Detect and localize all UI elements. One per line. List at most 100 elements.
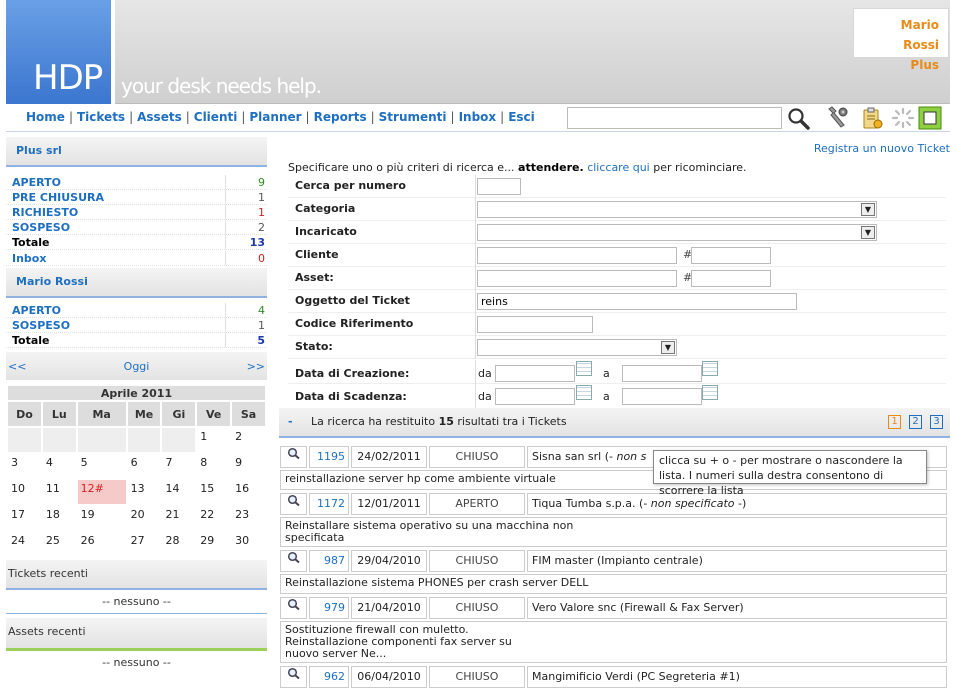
calendar-day[interactable]: 27 (128, 532, 161, 556)
window-toggle-icon[interactable] (918, 106, 944, 130)
ticket-id-link[interactable]: 1195 (309, 446, 349, 468)
search-icon[interactable] (786, 106, 812, 130)
results-collapse-toggle[interactable]: - (288, 415, 293, 428)
page-button-1[interactable]: 1 (888, 415, 901, 429)
magnifier-icon[interactable] (287, 494, 301, 507)
due-to-input[interactable] (622, 388, 702, 405)
ticket-id-link[interactable]: 962 (309, 666, 349, 688)
ticket-id-link[interactable]: 1172 (309, 493, 349, 515)
calendar-day[interactable]: 13 (128, 480, 161, 504)
calendar-day[interactable]: 7 (162, 454, 195, 478)
client-input[interactable] (477, 247, 677, 264)
calendar-day[interactable]: 29 (197, 532, 230, 556)
nav-link-reports[interactable]: Reports (314, 110, 367, 124)
calendar-today-button[interactable]: Oggi (124, 360, 150, 373)
stat-label[interactable]: APERTO (12, 303, 61, 317)
tools-icon[interactable] (824, 106, 850, 130)
inbox-row[interactable]: Inbox 0 (6, 251, 267, 266)
created-to-input[interactable] (622, 365, 702, 382)
calendar-day[interactable]: 14 (162, 480, 195, 504)
calendar-day[interactable]: 5 (78, 454, 126, 478)
calendar-day[interactable]: 19 (78, 506, 126, 530)
ticket-view-button[interactable] (280, 666, 307, 688)
ticket-id-link[interactable]: 987 (309, 550, 349, 572)
user-name[interactable]: Mario Rossi (863, 15, 939, 55)
stat-label[interactable]: RICHIESTO (12, 205, 78, 219)
user-box[interactable]: Mario Rossi Plus (853, 8, 949, 72)
calendar-day[interactable]: 3 (8, 454, 41, 478)
stat-label[interactable]: PRE CHIUSURA (12, 190, 104, 204)
calendar-prev-button[interactable]: << (8, 360, 26, 373)
calendar-day[interactable]: 12# (77, 480, 126, 504)
calendar-day[interactable]: 21 (162, 506, 195, 530)
calendar-day[interactable]: 20 (128, 506, 161, 530)
calendar-day[interactable]: 24 (8, 532, 41, 556)
calendar-icon[interactable] (576, 361, 592, 376)
magnifier-icon[interactable] (287, 447, 301, 460)
magnifier-icon[interactable] (287, 667, 301, 680)
calendar-day[interactable]: 28 (162, 532, 195, 556)
number-input[interactable] (477, 178, 521, 195)
restart-link[interactable]: cliccare qui (587, 161, 650, 174)
calendar-day[interactable]: 22 (197, 506, 230, 530)
calendar-next-button[interactable]: >> (247, 360, 265, 373)
magnifier-icon[interactable] (287, 551, 301, 564)
calendar-icon[interactable] (702, 385, 718, 400)
search-input[interactable] (567, 107, 782, 129)
category-select[interactable]: ▼ (477, 201, 877, 218)
user-title[interactable]: Mario Rossi (6, 268, 267, 298)
ticket-id-link[interactable]: 979 (309, 597, 349, 619)
stat-label[interactable]: APERTO (12, 175, 61, 189)
client-id-input[interactable] (691, 247, 771, 264)
asset-input[interactable] (477, 270, 677, 287)
status-select[interactable]: ▼ (477, 339, 677, 356)
calendar-day[interactable]: 9 (232, 454, 265, 478)
reference-input[interactable] (477, 316, 593, 333)
magnifier-icon[interactable] (287, 598, 301, 611)
calendar-day[interactable]: 15 (197, 480, 230, 504)
stat-row[interactable]: APERTO 4 (6, 303, 267, 318)
due-from-input[interactable] (495, 388, 575, 405)
nav-link-home[interactable]: Home (26, 110, 65, 124)
nav-link-inbox[interactable]: Inbox (459, 110, 497, 124)
ticket-view-button[interactable] (280, 597, 307, 619)
calendar-day[interactable]: 2 (232, 428, 265, 452)
nav-link-clienti[interactable]: Clienti (194, 110, 238, 124)
stat-row[interactable]: SOSPESO 2 (6, 220, 267, 235)
calendar-day[interactable]: 26 (78, 532, 126, 556)
nav-link-esci[interactable]: Esci (508, 110, 535, 124)
nav-link-planner[interactable]: Planner (249, 110, 301, 124)
stat-row[interactable]: APERTO 9 (6, 175, 267, 190)
nav-link-strumenti[interactable]: Strumenti (379, 110, 447, 124)
calendar-day[interactable]: 1 (197, 428, 230, 452)
calendar-day[interactable]: 10 (8, 480, 41, 504)
register-ticket-link[interactable]: Registra un nuovo Ticket (814, 142, 950, 155)
stat-row[interactable]: RICHIESTO 1 (6, 205, 267, 220)
stat-row[interactable]: SOSPESO 1 (6, 318, 267, 333)
calendar-day[interactable]: 16 (232, 480, 265, 504)
assignee-select[interactable]: ▼ (477, 224, 877, 241)
ticket-view-button[interactable] (280, 446, 307, 468)
inbox-label[interactable]: Inbox (12, 251, 46, 265)
calendar-icon[interactable] (702, 361, 718, 376)
calendar-day[interactable]: 23 (232, 506, 265, 530)
nav-link-tickets[interactable]: Tickets (77, 110, 125, 124)
stat-row[interactable]: PRE CHIUSURA 1 (6, 190, 267, 205)
page-button-2[interactable]: 2 (909, 415, 922, 429)
calendar-day[interactable]: 6 (128, 454, 161, 478)
calendar-day[interactable]: 18 (43, 506, 76, 530)
created-from-input[interactable] (495, 365, 575, 382)
calendar-day[interactable]: 11 (43, 480, 76, 504)
ticket-view-button[interactable] (280, 550, 307, 572)
clipboard-icon[interactable] (859, 106, 885, 130)
calendar-day[interactable]: 30 (232, 532, 265, 556)
stat-label[interactable]: SOSPESO (12, 318, 70, 332)
calendar-day[interactable]: 8 (197, 454, 230, 478)
org-title[interactable]: Plus srl (6, 137, 267, 167)
calendar-day[interactable]: 25 (43, 532, 76, 556)
ticket-view-button[interactable] (280, 493, 307, 515)
asset-id-input[interactable] (691, 270, 771, 287)
page-button-3[interactable]: 3 (930, 415, 943, 429)
calendar-day[interactable]: 17 (8, 506, 41, 530)
nav-link-assets[interactable]: Assets (137, 110, 182, 124)
